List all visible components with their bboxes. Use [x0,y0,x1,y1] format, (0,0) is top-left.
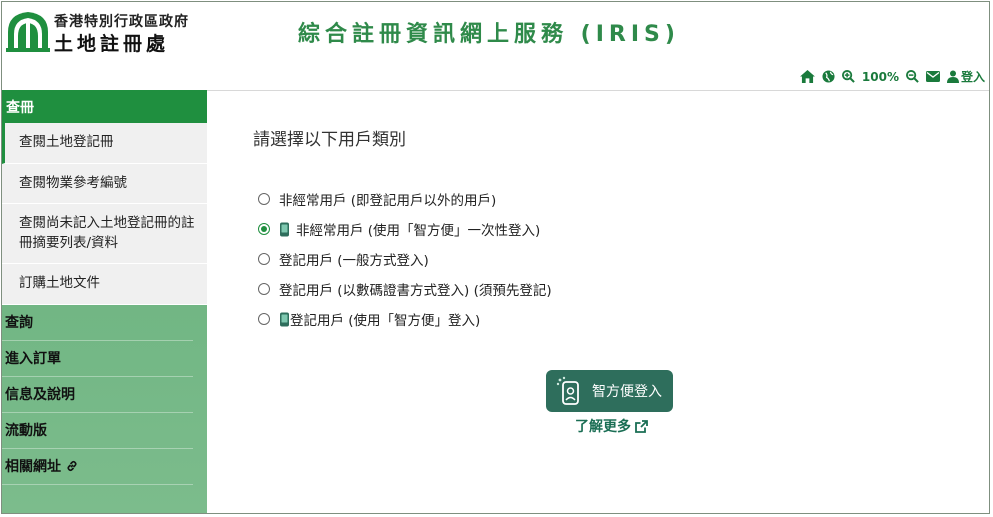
sidebar: 查冊 查閱土地登記冊 查閱物業參考編號 查閱尚未記入土地登記冊的註冊摘要列表/資… [2,90,207,513]
department-name: 土地註冊處 [54,33,170,55]
header: 香港特別行政區政府 土地註冊處 綜合註冊資訊網上服務 (IRIS) 100% 登… [2,2,989,91]
sidebar-item-label: 信息及說明 [5,387,75,404]
sidebar-item-property-reference[interactable]: 查閱物業參考編號 [2,164,207,205]
iamsmart-logo-icon [556,376,579,405]
mail-icon[interactable] [925,71,940,82]
iamsmart-login-button[interactable]: 智方便登入 [546,370,673,412]
iamsmart-icon [280,312,289,326]
option-non-frequent-user[interactable]: 非經常用戶 (即登記用戶以外的用戶) [258,184,552,214]
option-label: 登記用戶 (使用「智方便」登入) [290,313,481,329]
toolbar: 100% 登入 [799,68,985,85]
iamsmart-icon [280,222,289,236]
option-registered-iamsmart[interactable]: 登記用戶 (使用「智方便」登入) [258,304,552,334]
globe-icon[interactable] [822,70,835,83]
sidebar-item-land-register[interactable]: 查閱土地登記冊 [2,123,207,164]
radio-button[interactable] [258,313,270,325]
option-label: 登記用戶 (以數碼證書方式登入) (須預先登記) [279,283,552,299]
sidebar-item-enquiry[interactable]: 查詢 [2,305,193,341]
login-link[interactable]: 登入 [946,68,985,85]
link-icon [67,461,77,472]
zoom-level: 100% [861,69,899,84]
sidebar-item-label: 流動版 [5,423,47,440]
sidebar-item-related-links[interactable]: 相關網址 [2,449,193,485]
radio-button[interactable] [258,193,270,205]
radio-button-checked[interactable] [258,223,270,235]
radio-button[interactable] [258,283,270,295]
page-title: 請選擇以下用戶類別 [253,130,406,150]
user-icon [946,70,959,83]
sidebar-item-label: 進入訂單 [5,351,61,368]
sidebar-item-orders[interactable]: 進入訂單 [2,341,193,377]
sidebar-item-mobile[interactable]: 流動版 [2,413,193,449]
iamsmart-button-label: 智方便登入 [592,384,662,400]
option-registered-digital-cert[interactable]: 登記用戶 (以數碼證書方式登入) (須預先登記) [258,274,552,304]
login-label: 登入 [960,70,985,84]
sidebar-item-label: 相關網址 [5,459,61,476]
land-registry-logo[interactable] [6,8,50,52]
option-label: 非經常用戶 (使用「智方便」一次性登入) [296,223,541,239]
page-frame: 香港特別行政區政府 土地註冊處 綜合註冊資訊網上服務 (IRIS) 100% 登… [1,1,990,514]
government-name: 香港特別行政區政府 [54,14,189,30]
external-link-icon [635,419,648,433]
zoom-out-icon[interactable] [905,70,919,83]
home-icon[interactable] [799,70,815,83]
option-non-frequent-iamsmart[interactable]: 非經常用戶 (使用「智方便」一次性登入) [258,214,552,244]
option-label: 非經常用戶 (即登記用戶以外的用戶) [279,193,497,209]
user-type-options: 非經常用戶 (即登記用戶以外的用戶) 非經常用戶 (使用「智方便」一次性登入) … [258,184,552,334]
learn-more-label: 了解更多 [575,419,631,435]
learn-more-link[interactable]: 了解更多 [575,416,648,436]
option-registered-general[interactable]: 登記用戶 (一般方式登入) [258,244,552,274]
sidebar-item-label: 查詢 [5,315,33,332]
sidebar-item-order-documents[interactable]: 訂購土地文件 [2,264,207,305]
sidebar-section-search-register[interactable]: 查冊 [2,90,207,123]
sidebar-item-pending-memorials[interactable]: 查閱尚未記入土地登記冊的註冊摘要列表/資料 [2,204,207,265]
sidebar-sub-list: 查閱土地登記冊 查閱物業參考編號 查閱尚未記入土地登記冊的註冊摘要列表/資料 訂… [2,123,207,305]
option-label: 登記用戶 (一般方式登入) [279,253,429,269]
service-title: 綜合註冊資訊網上服務 (IRIS) [298,22,680,47]
sidebar-item-information[interactable]: 信息及說明 [2,377,193,413]
main-content: 請選擇以下用戶類別 非經常用戶 (即登記用戶以外的用戶) 非經常用戶 (使用「智… [207,90,989,513]
zoom-in-icon[interactable] [841,70,855,83]
radio-button[interactable] [258,253,270,265]
